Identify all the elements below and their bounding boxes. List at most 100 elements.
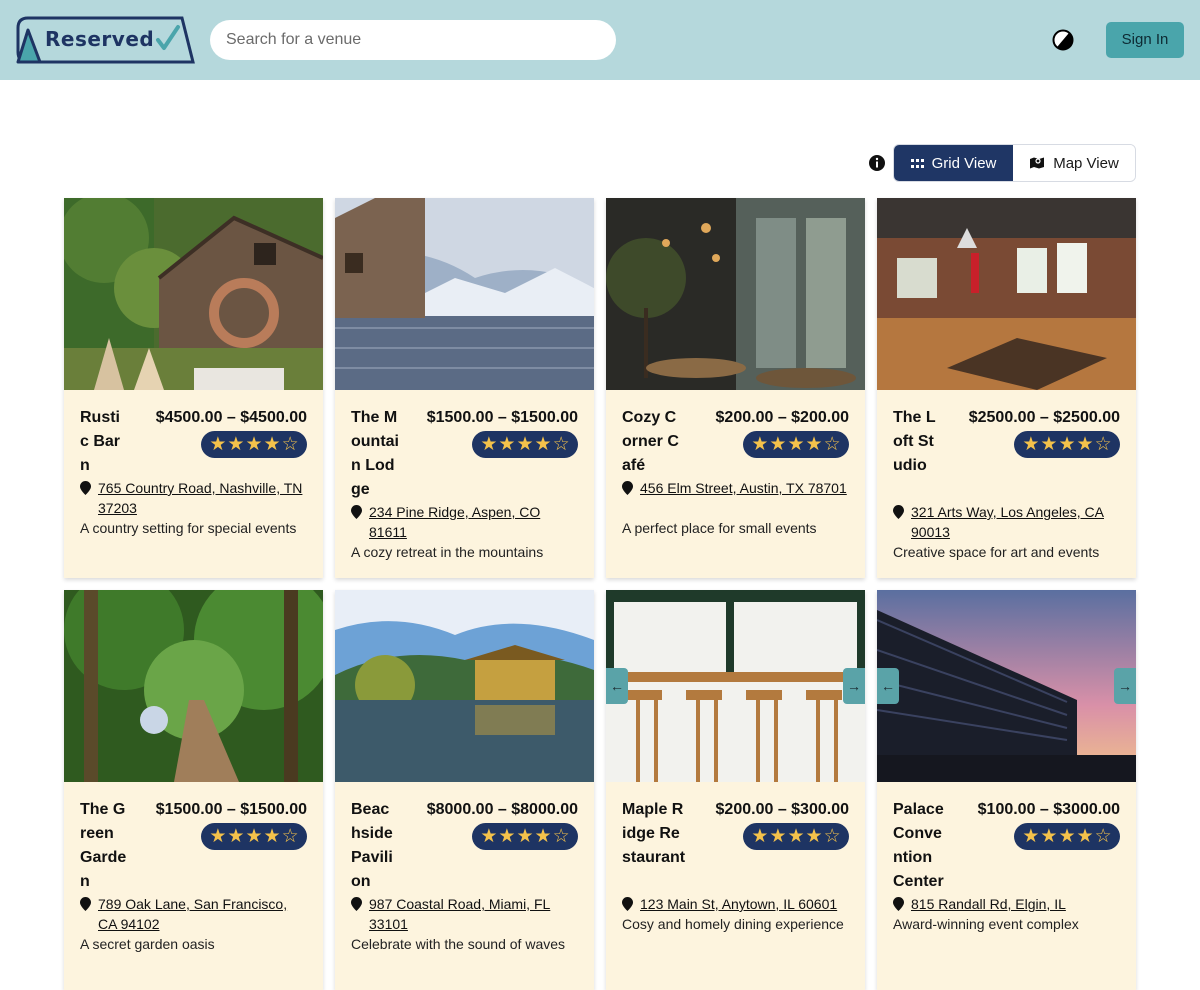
sign-in-button[interactable]: Sign In [1106,22,1184,58]
venue-name: Beachside Pavilion [351,801,393,890]
rating-stars: ★ ★ ★ ★ ☆ [472,823,578,850]
star-icon: ★ [245,825,263,847]
grid-icon [910,158,924,168]
venue-price: $100.00 – $3000.00 [977,801,1120,818]
venue-image [335,198,594,390]
star-icon: ★ [534,433,552,455]
star-icon: ★ [805,825,823,847]
star-icon: ★ [1040,825,1058,847]
venue-name: The Loft Studio [893,409,936,474]
star-icon: ★ [787,825,805,847]
venue-description: A perfect place for small events [622,520,817,536]
arrow-left-icon: ← [610,678,624,694]
star-outline-icon: ☆ [823,433,841,455]
venue-image [335,590,594,782]
star-icon: ★ [1022,825,1040,847]
star-icon: ★ [516,433,534,455]
star-icon: ★ [1058,433,1076,455]
venue-description: Creative space for art and events [893,544,1100,560]
star-icon: ★ [1076,825,1094,847]
map-pin-icon [80,481,91,495]
star-outline-icon: ☆ [552,433,570,455]
venue-description: Celebrate with the sound of waves [351,936,566,952]
venue-description: Award-winning event complex [893,916,1079,932]
venue-address-link[interactable]: 815 Randall Rd, Elgin, IL [911,894,1121,914]
map-view-label: Map View [1053,154,1119,172]
venue-card[interactable]: ← → Maple Ridge Restaurant $200.00 – $30… [606,590,865,990]
star-icon: ★ [263,825,281,847]
star-icon: ★ [516,825,534,847]
venue-card[interactable]: The Mountain Lodge $1500.00 – $1500.00 ★… [335,198,594,578]
star-icon: ★ [769,825,787,847]
venue-image [64,198,323,390]
venue-description: Cosy and homely dining experience [622,916,844,932]
info-icon[interactable] [868,154,886,172]
star-icon: ★ [498,433,516,455]
venue-price: $2500.00 – $2500.00 [968,409,1120,426]
view-toggle: Grid View Map View [893,144,1136,182]
arrow-left-icon: ← [881,678,895,694]
next-image-button[interactable]: → [843,668,865,704]
venue-card[interactable]: Beachside Pavilion $8000.00 – $8000.00 ★… [335,590,594,990]
next-image-button[interactable]: → [1114,668,1136,704]
venue-card[interactable]: Rustic Barn $4500.00 – $4500.00 ★ ★ ★ ★ ☆ 76… [64,198,323,578]
venue-price: $8000.00 – $8000.00 [426,801,578,818]
venue-name: Cozy Corner Café [622,409,679,474]
search-input[interactable] [210,20,616,60]
map-view-button[interactable]: Map View [1013,145,1135,181]
rating-stars: ★ ★ ★ ★ ☆ [1014,431,1120,458]
star-icon: ★ [245,433,263,455]
rating-stars: ★ ★ ★ ★ ☆ [201,823,307,850]
star-icon: ★ [227,433,245,455]
venue-address-link[interactable]: 456 Elm Street, Austin, TX 78701 [640,478,850,498]
venue-description: A country setting for special events [80,520,297,536]
venue-image [606,198,865,390]
venue-address-link[interactable]: 123 Main St, Anytown, IL 60601 [640,894,870,914]
reserved-logo[interactable]: Reserved [14,14,196,66]
venue-name: Palace Convention Center [893,801,944,890]
venue-address-link[interactable]: 321 Arts Way, Los Angeles, CA 90013 [911,502,1121,542]
star-outline-icon: ☆ [552,825,570,847]
venue-price: $1500.00 – $1500.00 [426,409,578,426]
venue-description: A secret garden oasis [80,936,215,952]
star-icon: ★ [751,433,769,455]
star-icon: ★ [787,433,805,455]
rating-stars: ★ ★ ★ ★ ☆ [201,431,307,458]
venue-card[interactable]: Cozy Corner Café $200.00 – $200.00 ★ ★ ★ ★ ☆… [606,198,865,578]
rating-stars: ★ ★ ★ ★ ☆ [472,431,578,458]
star-icon: ★ [480,825,498,847]
star-icon: ★ [534,825,552,847]
theme-toggle-icon[interactable] [1052,29,1074,51]
map-icon [1030,157,1045,169]
venue-name: Rustic Barn [80,409,121,474]
star-icon: ★ [227,825,245,847]
grid-view-button[interactable]: Grid View [894,145,1013,181]
venue-address-link[interactable]: 789 Oak Lane, San Francisco, CA 94102 [98,894,308,934]
star-outline-icon: ☆ [823,825,841,847]
grid-view-label: Grid View [931,154,997,172]
arrow-right-icon: → [847,678,861,694]
venue-name: The Mountain Lodge [351,409,399,498]
star-icon: ★ [480,433,498,455]
logo-text: Reserved [45,27,155,51]
top-header: Reserved Sign In [0,0,1200,80]
star-icon: ★ [805,433,823,455]
star-outline-icon: ☆ [1094,433,1112,455]
star-icon: ★ [1040,433,1058,455]
venue-card[interactable]: ← → Palace Convention Center $100.00 – $… [877,590,1136,990]
venue-address-link[interactable]: 234 Pine Ridge, Aspen, CO 81611 [369,502,579,542]
venue-image [877,198,1136,390]
map-pin-icon [351,897,362,911]
rating-stars: ★ ★ ★ ★ ☆ [743,431,849,458]
prev-image-button[interactable]: ← [606,668,628,704]
venue-address-link[interactable]: 765 Country Road, Nashville, TN 37203 [98,478,308,518]
venue-name: The Green Garden [80,801,127,890]
star-icon: ★ [751,825,769,847]
star-icon: ★ [769,433,787,455]
prev-image-button[interactable]: ← [877,668,899,704]
venue-address-link[interactable]: 987 Coastal Road, Miami, FL 33101 [369,894,579,934]
map-pin-icon [622,481,633,495]
venue-card[interactable]: The Loft Studio $2500.00 – $2500.00 ★ ★ ★ ★… [877,198,1136,578]
venue-card[interactable]: The Green Garden $1500.00 – $1500.00 ★ ★ ★… [64,590,323,990]
star-outline-icon: ☆ [281,433,299,455]
